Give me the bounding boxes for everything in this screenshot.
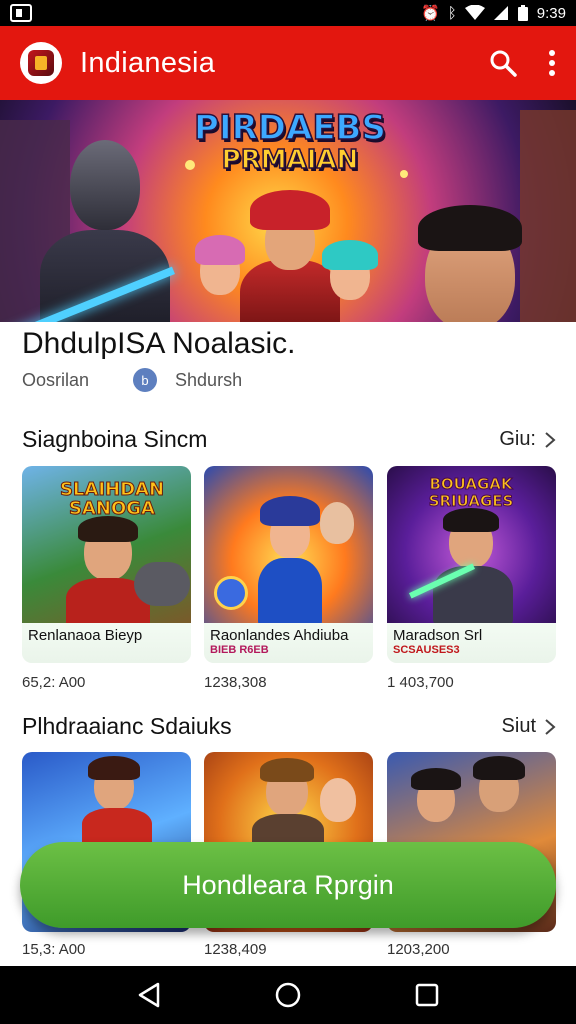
- article-author[interactable]: Shdursh: [175, 370, 242, 391]
- game-card-price: 65,2: A00: [22, 674, 86, 691]
- status-time: 9:39: [536, 4, 566, 22]
- card-heroine-body: [258, 558, 322, 623]
- game-card-caption: Raonlandes Ahdiuba BIEB R6EB: [204, 623, 373, 663]
- card-sidekick-head: [320, 502, 354, 544]
- game-card[interactable]: Raonlandes Ahdiuba BIEB R6EB: [204, 466, 373, 663]
- building-right: [520, 110, 576, 322]
- card-hero-hair: [443, 508, 499, 532]
- section2-more-link[interactable]: Siut: [502, 715, 556, 738]
- game-card-sub: BIEB R6EB: [210, 644, 269, 656]
- app-title: Indianesia: [80, 46, 216, 79]
- app-logo-icon[interactable]: [20, 42, 62, 84]
- card-hero-hair: [88, 756, 140, 780]
- article-source: Oosrilan: [22, 369, 90, 390]
- recents-icon[interactable]: [414, 982, 440, 1008]
- game-card[interactable]: BOUAGAK SRIUAGES Maradson Srl SCSAUSES3: [387, 466, 556, 663]
- primary-cta-button[interactable]: Hondleara Rprgin: [20, 842, 556, 928]
- hero-banner[interactable]: PIRDAEBS PRMAIAN: [0, 100, 576, 322]
- game-card-art-title: SLAIHDAN SANOGA: [59, 479, 165, 519]
- article-headline[interactable]: DhdulpISA Noalasic.: [22, 327, 296, 361]
- notification-icon: [10, 4, 32, 22]
- battery-icon: [517, 5, 528, 21]
- section1-title: Siagnboina Sincm: [22, 426, 208, 452]
- system-nav-bar: [0, 966, 576, 1024]
- card-hero-hair: [78, 516, 138, 542]
- right-heroine-hair: [322, 240, 378, 270]
- game-card-price: 1238,308: [204, 674, 267, 691]
- game-card-art: BOUAGAK SRIUAGES: [387, 466, 556, 623]
- section1-more-link[interactable]: Giu:: [499, 428, 556, 451]
- overflow-menu-icon[interactable]: [548, 49, 556, 77]
- section2-title: Plhdraaianc Sdaiuks: [22, 713, 232, 739]
- game-card-price: 1 403,700: [387, 674, 454, 691]
- armored-character-head: [70, 140, 140, 230]
- game-card-name: Maradson Srl: [393, 627, 483, 644]
- card-hero2-hair: [473, 756, 525, 780]
- card-shield: [214, 576, 248, 610]
- bluetooth-icon: ᛒ: [447, 4, 457, 22]
- card-heroine-helmet: [260, 496, 320, 526]
- wifi-icon: [464, 5, 485, 20]
- home-icon[interactable]: [274, 981, 302, 1009]
- signal-icon: [493, 6, 508, 20]
- game-card-art: [204, 466, 373, 623]
- back-icon[interactable]: [136, 981, 162, 1009]
- search-icon[interactable]: [488, 48, 518, 78]
- card-hero-armor: [433, 566, 513, 623]
- young-man-hair: [418, 205, 522, 251]
- card-hero-hair: [411, 768, 461, 790]
- hero-title-line1: PIRDAEBS: [193, 108, 386, 148]
- hero-title-line2: PRMAIAN: [221, 145, 359, 175]
- game-card-caption: Maradson Srl SCSAUSES3: [387, 623, 556, 663]
- section1-more-label: Giu:: [499, 428, 536, 450]
- game-card-price: 1203,200: [387, 941, 450, 958]
- card-hero-hair: [260, 758, 314, 782]
- section1-header: Siagnboina Sincm Giu:: [22, 426, 556, 453]
- section2-more-label: Siut: [501, 715, 536, 737]
- game-card-price: 1238,409: [204, 941, 267, 958]
- card-cannon: [134, 562, 190, 606]
- game-card-price: 15,3: A00: [22, 941, 86, 958]
- game-card-sub: SCSAUSES3: [393, 644, 460, 656]
- game-card-art: SLAIHDAN SANOGA: [22, 466, 191, 623]
- card-sidekick-head: [320, 778, 356, 822]
- chevron-right-icon: [545, 431, 556, 448]
- game-card[interactable]: SLAIHDAN SANOGA Renlanaoa Bieyp: [22, 466, 191, 663]
- chevron-right-icon: [545, 718, 556, 735]
- center-hero-helmet: [250, 190, 330, 230]
- status-bar: ⏰ ᛒ 9:39: [0, 0, 576, 26]
- left-heroine-hair: [195, 235, 245, 265]
- hero-title: PIRDAEBS PRMAIAN: [190, 108, 390, 175]
- game-card-name: Raonlandes Ahdiuba: [210, 627, 349, 644]
- app-bar: Indianesia: [0, 26, 576, 100]
- game-card-caption: Renlanaoa Bieyp: [22, 623, 191, 663]
- section2-header: Plhdraaianc Sdaiuks Siut: [22, 713, 556, 740]
- author-avatar[interactable]: b: [133, 368, 158, 392]
- alarm-icon: ⏰: [421, 4, 440, 22]
- game-card-name: Renlanaoa Bieyp: [28, 627, 143, 644]
- article-meta: Oosrilan b Shdursh: [22, 368, 242, 392]
- game-card-art-title: BOUAGAK SRIUAGES: [428, 475, 514, 510]
- spark: [400, 170, 408, 178]
